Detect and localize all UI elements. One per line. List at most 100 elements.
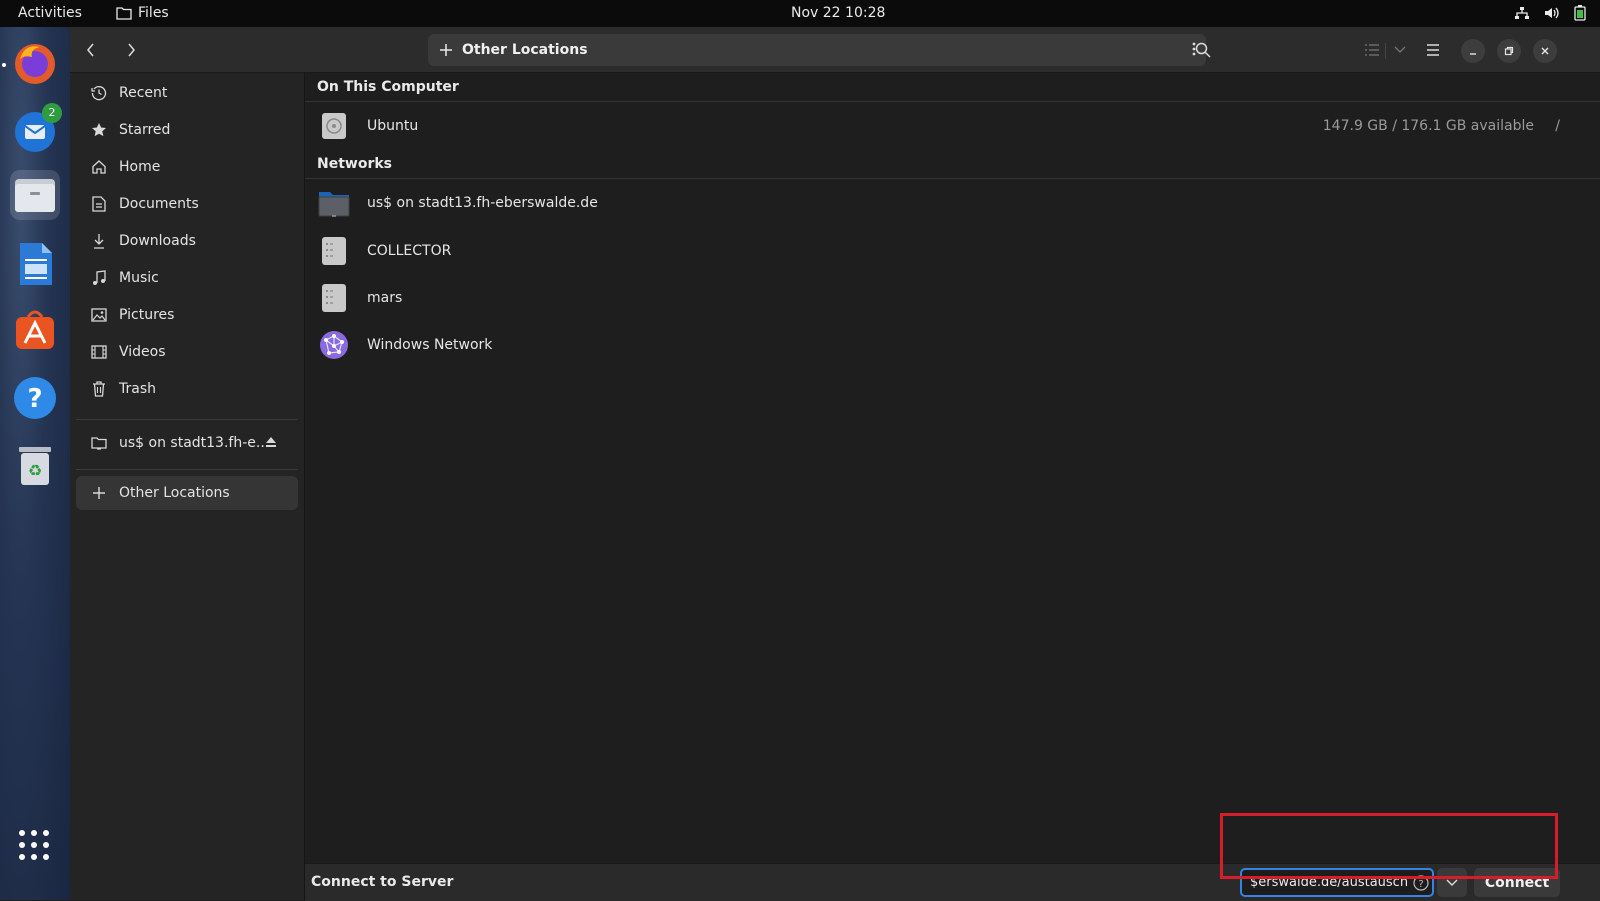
sidebar-item-starred[interactable]: Starred <box>76 113 298 147</box>
running-indicator <box>2 63 6 67</box>
star-icon <box>89 122 109 138</box>
sidebar-item-recent[interactable]: Recent <box>76 76 298 110</box>
sidebar-item-home[interactable]: Home <box>76 150 298 184</box>
sidebar-item-label: Downloads <box>119 233 196 249</box>
view-list-button[interactable] <box>1359 37 1385 63</box>
unread-badge: 2 <box>42 103 62 123</box>
sidebar-item-label: Other Locations <box>119 485 230 501</box>
dock-help[interactable]: ? <box>10 373 60 423</box>
chevron-right-icon <box>128 43 135 57</box>
view-options-button[interactable] <box>1387 37 1413 63</box>
trash-icon <box>89 381 109 397</box>
sidebar-item-network-mount[interactable]: us$ on stadt13.fh-e... <box>76 426 298 460</box>
dock-thunderbird[interactable]: 2 <box>10 103 62 155</box>
dock: 2 ? ♻ <box>0 27 70 900</box>
download-icon <box>89 233 109 249</box>
location-row-windows-network[interactable]: Windows Network <box>305 322 1600 368</box>
app-menu[interactable]: Files <box>116 5 169 21</box>
dock-trash[interactable]: ♻ <box>10 441 60 491</box>
dock-writer[interactable] <box>10 239 60 289</box>
chevron-down-icon <box>1446 879 1458 886</box>
chevron-down-icon <box>1394 46 1406 53</box>
clock[interactable]: Nov 22 10:28 <box>791 5 885 21</box>
hamburger-icon <box>1427 44 1439 56</box>
forward-button[interactable] <box>118 37 144 63</box>
search-icon <box>1195 42 1211 58</box>
sidebar-item-pictures[interactable]: Pictures <box>76 298 298 332</box>
sidebar-item-label: Trash <box>119 381 156 397</box>
eject-icon[interactable] <box>266 437 276 447</box>
document-icon <box>89 196 109 212</box>
connect-button[interactable]: Connect <box>1474 868 1560 897</box>
app-grid-icon[interactable] <box>18 829 50 861</box>
divider <box>305 101 1600 102</box>
disk-icon <box>317 109 351 143</box>
divider <box>305 178 1600 179</box>
divider <box>1385 43 1386 59</box>
location-row-mars[interactable]: mars <box>305 275 1600 321</box>
location-row-network-share[interactable]: us$ on stadt13.fh-eberswalde.de <box>305 180 1600 226</box>
section-title-on-this-computer: On This Computer <box>317 79 459 95</box>
battery-icon[interactable] <box>1574 5 1586 21</box>
svg-text:?: ? <box>27 384 42 414</box>
main-menu-button[interactable] <box>1420 37 1446 63</box>
sidebar-separator <box>76 469 298 470</box>
writer-icon <box>20 243 52 285</box>
sidebar-separator <box>76 419 298 420</box>
location-name: Ubuntu <box>367 118 419 134</box>
network-icon[interactable] <box>1514 6 1530 20</box>
sidebar-item-label: Videos <box>119 344 166 360</box>
files-window: Other Locations Recent Starred Home Docu… <box>70 27 1600 901</box>
recent-servers-dropdown[interactable] <box>1437 868 1467 897</box>
files-icon <box>15 179 55 212</box>
folder-icon <box>89 436 109 450</box>
location-bar[interactable]: Other Locations <box>428 34 1206 66</box>
sidebar-item-videos[interactable]: Videos <box>76 335 298 369</box>
server-address-field[interactable]: ? <box>1240 868 1434 897</box>
connect-to-server-label: Connect to Server <box>311 874 454 890</box>
maximize-button[interactable] <box>1497 39 1521 63</box>
location-row-ubuntu[interactable]: Ubuntu 147.9 GB / 176.1 GB available / <box>305 103 1600 149</box>
connect-to-server-bar: Connect to Server ? Connect <box>305 863 1600 901</box>
sidebar-item-trash[interactable]: Trash <box>76 372 298 406</box>
mount-path: / <box>1555 118 1560 134</box>
sidebar-item-label: us$ on stadt13.fh-e... <box>119 435 270 451</box>
location-name: COLLECTOR <box>367 243 452 259</box>
plus-icon <box>440 44 458 56</box>
sidebar-item-label: Home <box>119 159 161 175</box>
sidebar-item-label: Documents <box>119 196 199 212</box>
music-icon <box>89 270 109 286</box>
chevron-left-icon <box>87 43 94 57</box>
system-tray[interactable] <box>1514 5 1586 21</box>
home-icon <box>89 159 109 175</box>
activities-button[interactable]: Activities <box>18 5 82 21</box>
sidebar-item-label: Pictures <box>119 307 175 323</box>
help-icon: ? <box>14 377 56 419</box>
sidebar-item-label: Recent <box>119 85 168 101</box>
dock-firefox[interactable] <box>10 39 60 89</box>
volume-icon[interactable] <box>1544 6 1560 20</box>
server-address-input[interactable] <box>1248 874 1412 891</box>
close-button[interactable] <box>1533 39 1557 63</box>
back-button[interactable] <box>78 37 104 63</box>
minimize-icon <box>1470 53 1476 55</box>
location-row-collector[interactable]: COLLECTOR <box>305 228 1600 274</box>
sidebar-item-label: Starred <box>119 122 171 138</box>
location-name: us$ on stadt13.fh-eberswalde.de <box>367 195 598 211</box>
dock-software[interactable] <box>10 305 60 355</box>
sidebar-item-documents[interactable]: Documents <box>76 187 298 221</box>
windows-network-icon <box>317 328 351 362</box>
sidebar-item-other-locations[interactable]: Other Locations <box>76 476 298 510</box>
sidebar-item-music[interactable]: Music <box>76 261 298 295</box>
search-button[interactable] <box>1190 37 1216 63</box>
help-icon[interactable]: ? <box>1412 874 1430 892</box>
sidebar-item-downloads[interactable]: Downloads <box>76 224 298 258</box>
svg-text:?: ? <box>1418 879 1423 890</box>
minimize-button[interactable] <box>1461 39 1485 63</box>
server-icon <box>317 281 351 315</box>
disk-space-info: 147.9 GB / 176.1 GB available <box>1322 118 1534 134</box>
close-icon <box>1541 47 1549 55</box>
video-icon <box>89 345 109 359</box>
dock-files[interactable] <box>10 170 60 220</box>
section-title-networks: Networks <box>317 156 393 172</box>
